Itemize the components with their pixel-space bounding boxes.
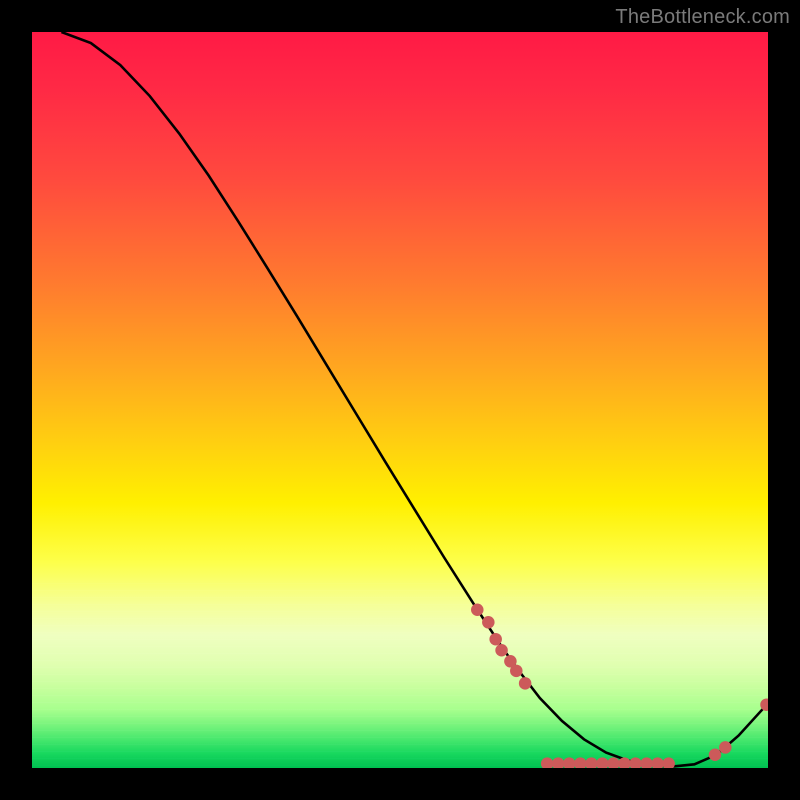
chart-stage: TheBottleneck.com bbox=[0, 0, 800, 800]
watermark-text: TheBottleneck.com bbox=[615, 6, 790, 29]
heat-gradient-background bbox=[32, 32, 768, 768]
plot-area bbox=[32, 32, 768, 768]
